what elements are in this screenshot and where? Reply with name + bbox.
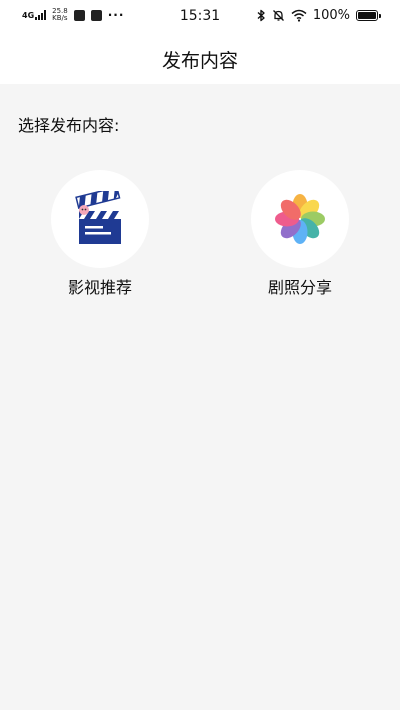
bluetooth-icon — [257, 9, 265, 22]
page-title: 发布内容 — [161, 50, 238, 72]
section-label: 选择发布内容: — [18, 116, 120, 135]
stills-share-option[interactable]: 剧照分享 — [240, 170, 360, 298]
wifi-icon — [291, 9, 307, 22]
film-recommend-label[interactable]: 影视推荐 — [40, 274, 160, 298]
mute-bell-icon — [272, 10, 284, 21]
film-recommend-option[interactable]: 影视推荐 — [40, 170, 160, 298]
film-clapperboard-icon — [75, 191, 121, 244]
status-bar-right: 100% — [256, 8, 381, 23]
battery-icon — [356, 10, 381, 21]
battery-percent: 100% — [312, 8, 350, 23]
status-bar: 4G 25.8 KB/s ··· 15:31 100% — [0, 0, 400, 34]
stills-share-label[interactable]: 剧照分享 — [240, 274, 360, 298]
stills-share-icon-circle[interactable] — [251, 170, 349, 268]
app-header: 发布内容 — [0, 34, 400, 84]
photos-flower-icon — [275, 194, 325, 244]
film-recommend-icon-circle[interactable] — [51, 170, 149, 268]
